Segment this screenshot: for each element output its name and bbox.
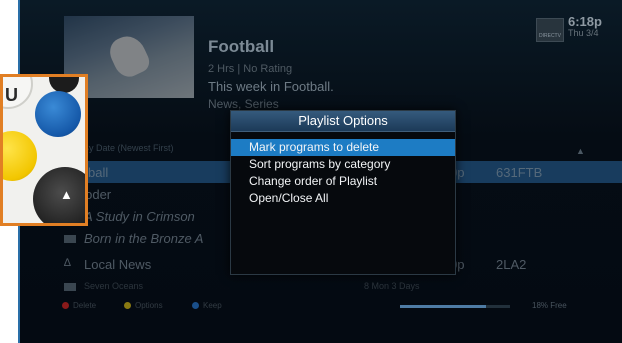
row-title: Local News (84, 257, 152, 272)
legend-keep: Keep (192, 301, 222, 310)
new-indicator-icon: ∆ (64, 257, 71, 269)
folder-icon (64, 283, 76, 291)
menu-item-change-order[interactable]: Change order of Playlist (231, 173, 455, 190)
legend-keep-label: Keep (203, 301, 222, 310)
yellow-button-icon (3, 131, 37, 181)
legend-delete: Delete (62, 301, 96, 310)
remote-control-inset: U ▲ (0, 74, 88, 226)
blue-dot-icon (192, 302, 199, 309)
clock-time: 6:18p (568, 14, 602, 29)
dialog-title: Playlist Options (231, 111, 455, 132)
yellow-dot-icon (124, 302, 131, 309)
legend-options: Options (124, 301, 163, 310)
row-channel: 2LA2 (496, 257, 527, 272)
tv-screen: Football 2 Hrs | No Rating This week in … (18, 0, 622, 343)
row-title: Born in the Bronze A (84, 231, 204, 246)
menu-item-open-close-all[interactable]: Open/Close All (231, 190, 455, 207)
power-glyph: U (5, 85, 18, 105)
disk-space-bar (400, 305, 510, 308)
row-title: A Study in Crimson (84, 209, 195, 224)
program-title: Football (208, 37, 275, 56)
clock-date: Thu 3/4 (568, 28, 599, 38)
menu-item-sort-category[interactable]: Sort programs by category (231, 156, 455, 173)
logo-text: DIRECTV (539, 33, 561, 39)
row-title: Seven Oceans (84, 281, 144, 291)
thumbnail-figure (105, 30, 153, 82)
program-genre: News, Series (208, 97, 279, 111)
playlist-options-dialog: Playlist Options Mark programs to delete… (230, 110, 456, 275)
scroll-up-icon: ▲ (576, 146, 585, 156)
menu-item-mark-delete[interactable]: Mark programs to delete (231, 139, 455, 156)
program-description: This week in Football. (208, 79, 334, 94)
directv-logo-icon: DIRECTV (536, 18, 564, 42)
dark-button-icon (49, 77, 79, 93)
blue-button-icon (35, 91, 81, 137)
red-dot-icon (62, 302, 69, 309)
legend-delete-label: Delete (73, 301, 97, 310)
playlist-row[interactable]: Seven Oceans 8 Mon 3 Days (20, 277, 622, 299)
program-meta: 2 Hrs | No Rating (208, 63, 293, 75)
row-detail: 8 Mon 3 Days (364, 281, 420, 291)
up-arrow-icon: ▲ (60, 187, 73, 202)
row-channel: 631FTB (496, 165, 543, 180)
disk-space-fill (400, 305, 486, 308)
folder-icon (64, 235, 76, 243)
disk-space-label: 18% Free (532, 301, 567, 310)
legend-options-label: Options (135, 301, 163, 310)
